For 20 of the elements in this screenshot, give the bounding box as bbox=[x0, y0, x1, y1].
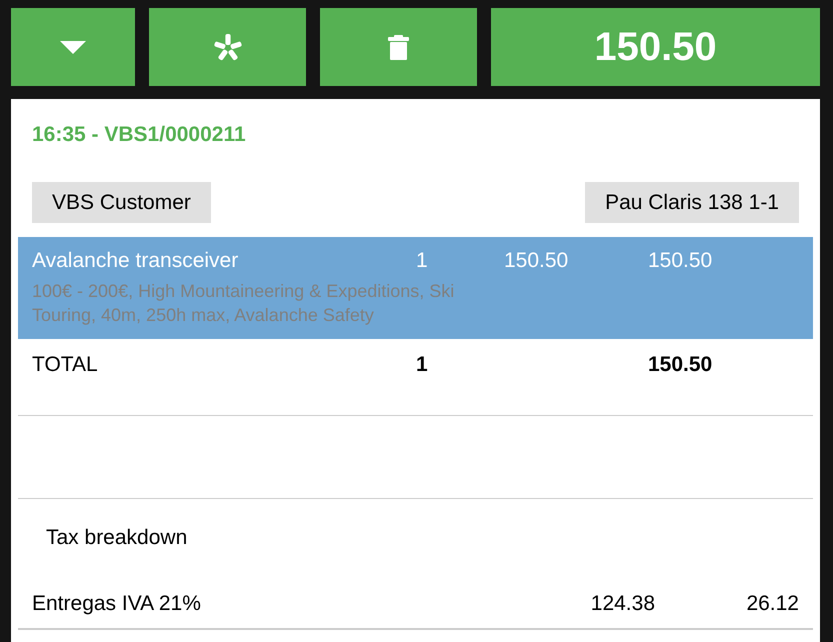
tax-base: 124.38 bbox=[590, 592, 655, 616]
product-name: Avalanche transceiver bbox=[32, 249, 240, 273]
customer-button[interactable]: VBS Customer bbox=[32, 182, 211, 223]
address-button[interactable]: Pau Claris 138 1-1 bbox=[585, 182, 799, 223]
line-total: 150.50 bbox=[648, 249, 714, 273]
tax-name: Entregas IVA 21% bbox=[32, 592, 202, 616]
caret-down-icon bbox=[60, 40, 86, 54]
product-description: 100€ - 200€, High Mountaineering & Expeditions, Ski Touring, 40m, 250h max, Avalanche Safety bbox=[32, 280, 456, 327]
total-amount: 150.50 bbox=[648, 353, 714, 377]
trash-icon bbox=[388, 34, 409, 60]
tax-breakdown-title: Tax breakdown bbox=[45, 525, 188, 550]
quantity-value: 1 bbox=[416, 249, 429, 273]
options-button[interactable] bbox=[149, 8, 306, 86]
order-title: 16:35 - VBS1/0000211 bbox=[32, 123, 247, 147]
unit-price: 150.50 bbox=[504, 249, 570, 273]
total-quantity: 1 bbox=[416, 353, 429, 377]
total-label: TOTAL bbox=[32, 353, 99, 377]
delete-button[interactable] bbox=[320, 8, 477, 86]
tax-amount: 26.12 bbox=[745, 592, 799, 616]
asterisk-icon bbox=[214, 34, 242, 60]
